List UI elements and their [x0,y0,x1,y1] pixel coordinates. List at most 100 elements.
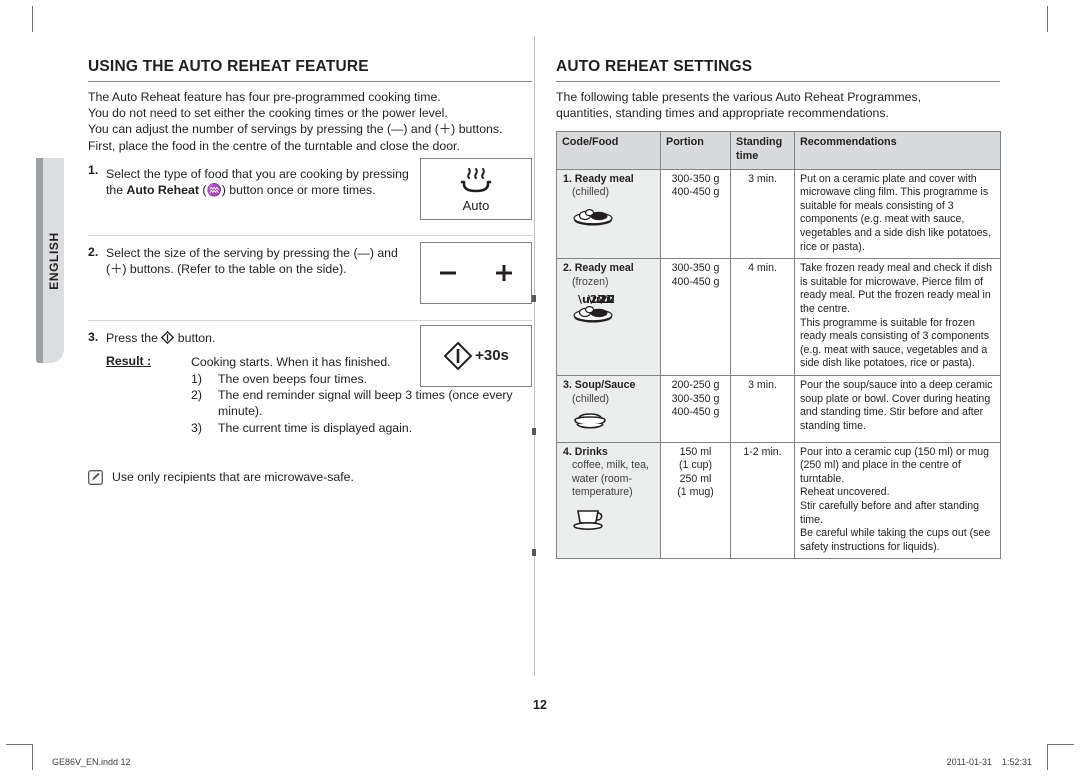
cell-portion-2: 300-350 g 400-450 g [660,258,731,376]
column-divider [534,36,535,676]
crop-mark-bottom-right-h [1048,744,1074,745]
result-item-3-marker: 3) [191,420,202,435]
cell-standing-1: 3 min. [730,168,795,260]
cell-portion-4: 150 ml (1 cup) 250 ml (1 mug) [660,441,731,560]
step-3-number: 3. [88,329,99,344]
portion-2-line-2: 400-450 g [671,275,720,288]
cell-recommend-3: Pour the soup/sauce into a deep ceramic … [794,374,1001,443]
portion-4-line-4: (1 mug) [677,486,714,499]
frozen-plate-food-glyph-icon: \u2217\u2217\u2217 [573,293,640,323]
step-3-text: Press the button. [106,330,418,346]
page-title-right: AUTO REHEAT SETTINGS [556,58,1000,82]
start-plus-30s-icon: +30s [443,341,509,371]
cell-portion-1: 300-350 g 400-450 g [660,168,731,260]
code-sub-1: (chilled) [572,186,610,199]
step-1-text-after: (♒) button once or more times. [198,183,376,198]
minus-plus-keybox[interactable] [420,241,532,304]
step-3-text-before: Press the [106,330,162,345]
plate-food-icon [563,205,655,232]
left-intro-line-4: First, place the food in the centre of t… [88,138,460,153]
auto-label: Auto [462,197,490,213]
column-header-standing-time: Standing time [730,131,795,170]
table-row: 4. Drinks coffee, milk, tea, water (room… [556,441,1001,560]
step-3-text-after: button. [174,330,216,345]
right-column: AUTO REHEAT SETTINGS The following table… [556,58,1001,560]
result-item-2-text: The end reminder signal will beep 3 time… [218,388,513,419]
note-pencil-glyph-icon [88,469,103,485]
portion-4-line-3: 250 ml [679,472,712,485]
minus-icon[interactable] [437,262,459,284]
step-1-number: 1. [88,162,99,177]
step-1-bold: Auto Reheat [126,183,199,198]
recommend-4-p2: Reheat uncovered. [800,486,890,499]
code-title-2: 2. Ready meal [563,262,634,275]
left-intro-line-2: You do not need to set either the cookin… [88,106,448,121]
result-item-3-text: The current time is displayed again. [218,420,413,435]
crop-mark-bottom-left-h [6,744,32,745]
minus-plus-icons [437,262,515,284]
right-intro-line-1: The following table presents the various… [556,90,922,104]
language-tab-label: ENGLISH [47,231,61,290]
cell-recommend-2: Take frozen ready meal and check if dish… [794,258,1001,376]
plus-icon[interactable] [493,262,515,284]
portion-3-line-3: 400-450 g [671,406,720,419]
page-number: 12 [533,698,547,712]
note-pencil-icon [88,469,103,489]
footer-timestamp: 2011-01-31 1:52:31 [946,757,1032,767]
svg-text:\u2217: \u2217 [598,294,614,306]
cell-standing-3: 3 min. [730,374,795,443]
start-plus-30s-keybox[interactable]: +30s [420,324,532,387]
result-label: Result : [106,354,152,369]
left-column: USING THE AUTO REHEAT FEATURE The Auto R… [88,58,532,485]
result-item-1-text: The oven beeps four times. [218,371,368,386]
recommend-4-p4: Be careful while taking the cups out (se… [800,527,991,553]
print-footer: GE86V_EN.indd 12 2011-01-31 1:52:31 [0,757,1080,775]
footer-filename: GE86V_EN.indd 12 [52,757,131,767]
recommend-3-p1: Pour the soup/sauce into a deep ceramic … [800,378,993,432]
cell-standing-2: 4 min. [730,258,795,376]
portion-1-line-1: 300-350 g [671,172,720,185]
steam-dish-icon [460,167,492,193]
portion-4-line-2: (1 cup) [679,459,712,472]
soup-bowl-icon [563,411,655,438]
table-body: 1. Ready meal (chilled) 300-350 g 400-45… [556,168,1001,560]
cell-standing-4: 1-2 min. [730,441,795,560]
left-intro-line-3: You can adjust the number of servings by… [88,122,503,137]
divider-tick-1 [532,295,536,302]
step-2-text: Select the size of the serving by pressi… [106,245,398,277]
note-row: Use only recipients that are microwave-s… [88,469,532,485]
step-2-number: 2. [88,244,99,259]
column-header-portion: Portion [660,131,731,170]
cell-code-2: 2. Ready meal (frozen) \u2217\u2217\u221… [556,258,661,376]
coffee-cup-icon [563,505,655,536]
coffee-cup-glyph-icon [573,510,603,531]
result-item-2: 2) The end reminder signal will beep 3 t… [191,387,532,420]
cell-recommend-1: Put on a ceramic plate and cover with mi… [794,168,1001,260]
table-header-row: Code/Food Portion Standing time Recommen… [556,131,1001,170]
code-title-3: 3. Soup/Sauce [563,378,636,391]
plate-food-glyph-icon [573,208,613,226]
result-item-2-marker: 2) [191,388,202,403]
start-diamond-icon [443,341,473,371]
table-row: 2. Ready meal (frozen) \u2217\u2217\u221… [556,258,1001,376]
cell-code-1: 1. Ready meal (chilled) [556,168,661,260]
portion-4-line-1: 150 ml [679,445,712,458]
table-row: 1. Ready meal (chilled) 300-350 g 400-45… [556,168,1001,260]
divider-tick-2 [532,428,536,435]
crop-mark-top-left [32,6,33,32]
cell-portion-3: 200-250 g 300-350 g 400-450 g [660,374,731,443]
cell-code-4: 4. Drinks coffee, milk, tea, water (room… [556,441,661,560]
start-button-glyph-icon [161,330,175,344]
recommend-4-p1: Pour into a ceramic cup (150 ml) or mug … [800,445,989,485]
column-header-recommendations: Recommendations [794,131,1001,170]
auto-reheat-keybox[interactable]: Auto [420,157,532,220]
crop-mark-top-right [1047,6,1048,32]
left-intro: The Auto Reheat feature has four pre-pro… [88,89,532,154]
auto-reheat-settings-table: Code/Food Portion Standing time Recommen… [556,131,1001,560]
page-title-left: USING THE AUTO REHEAT FEATURE [88,58,532,82]
note-text: Use only recipients that are microwave-s… [112,469,354,484]
frozen-plate-food-icon: \u2217\u2217\u2217 [563,293,655,329]
portion-3-line-1: 200-250 g [671,378,720,391]
divider-tick-3 [532,549,536,556]
code-sub-4: coffee, milk, tea, water (room-temperatu… [572,459,649,499]
